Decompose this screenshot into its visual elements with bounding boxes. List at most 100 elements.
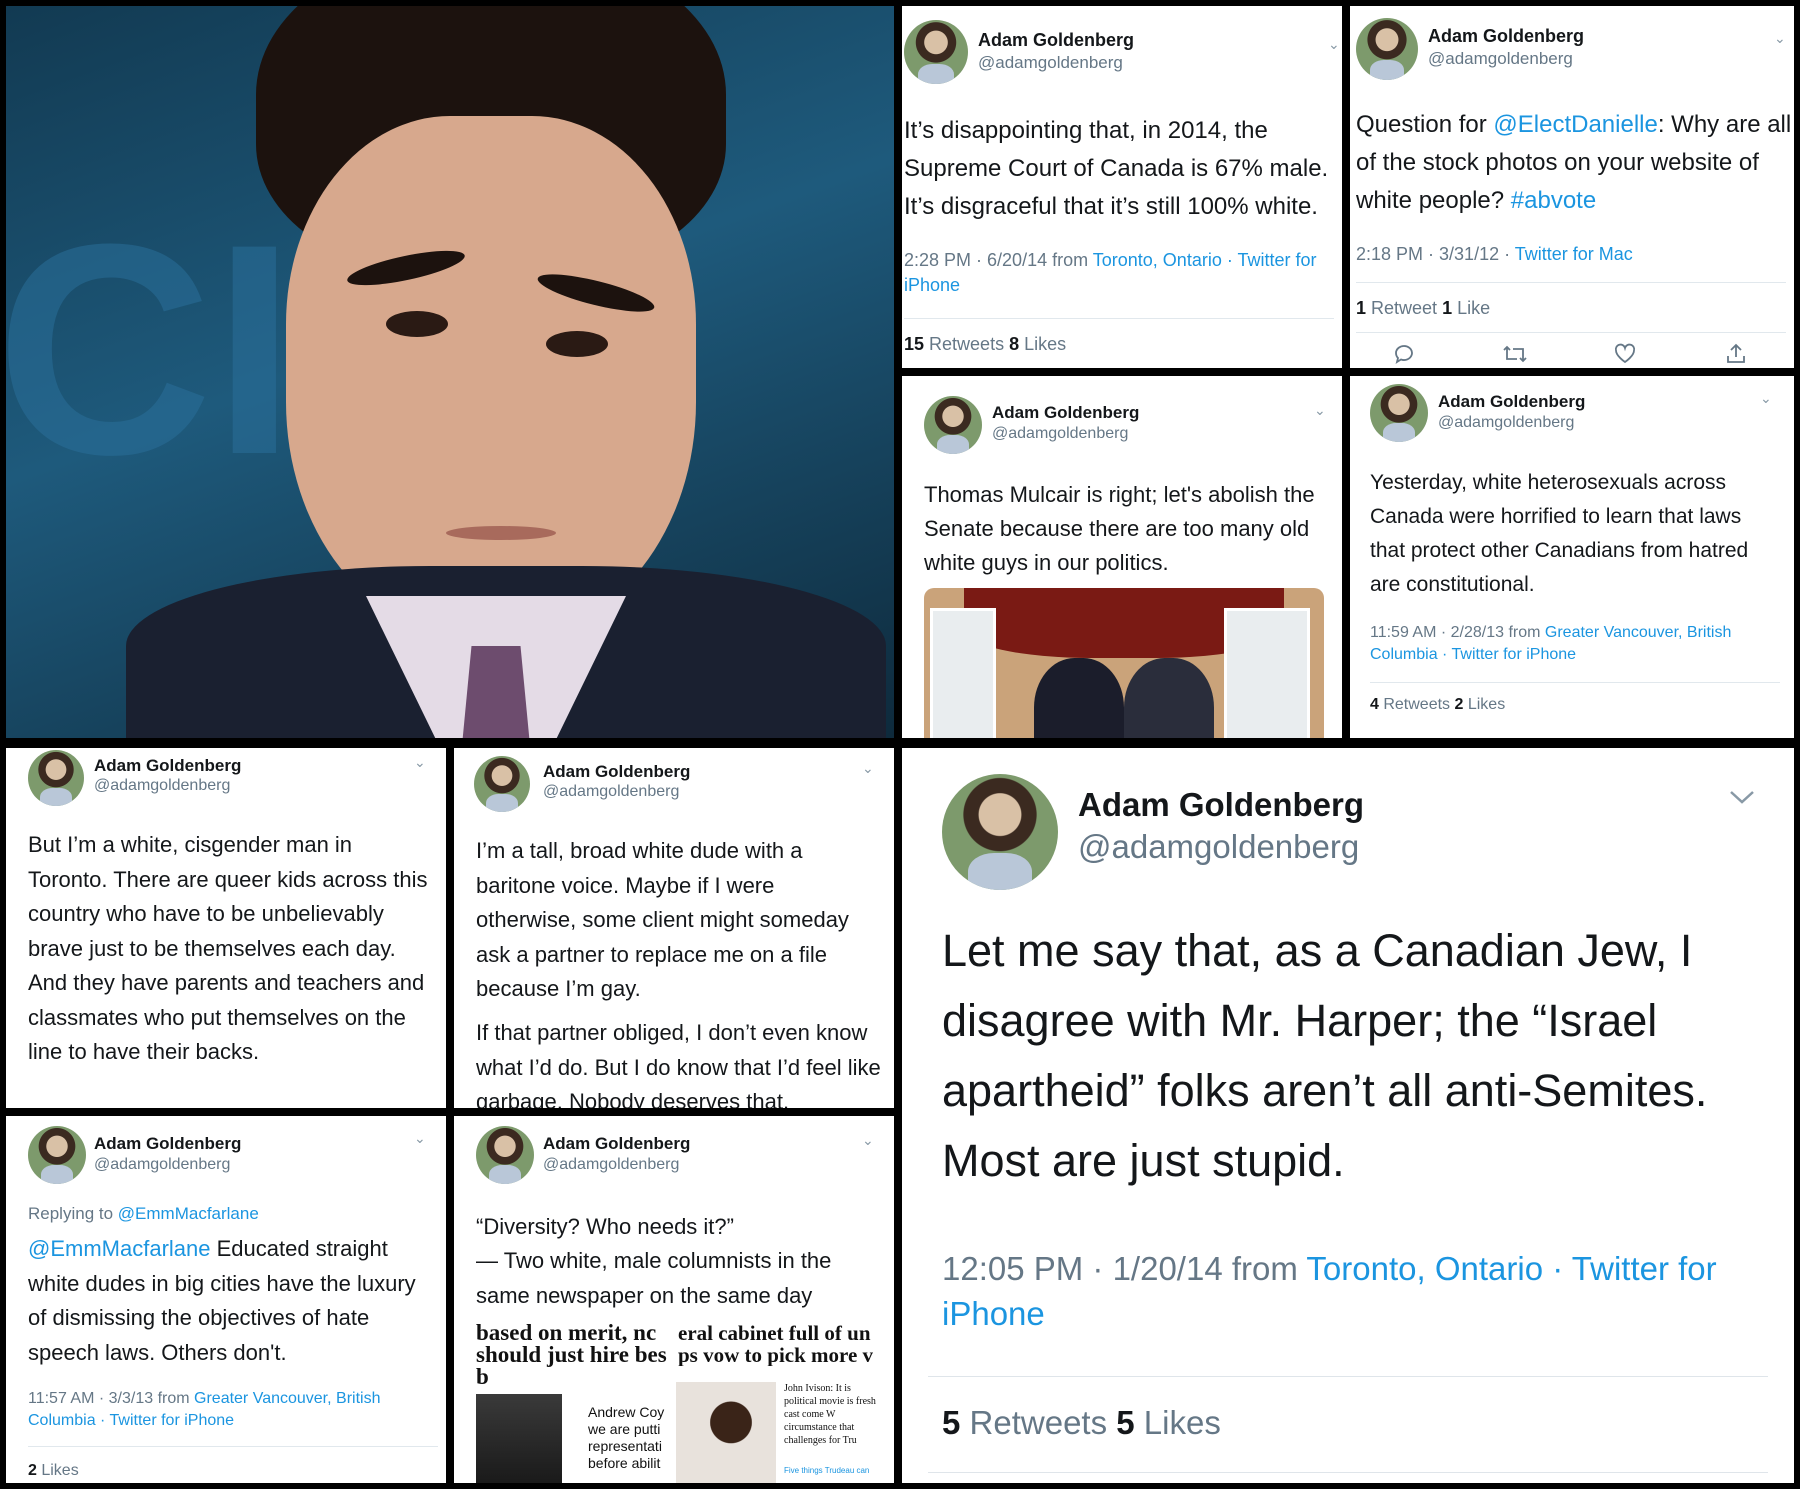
chevron-down-icon[interactable]: ⌄ bbox=[1314, 402, 1326, 419]
tweet-line-1: “Diversity? Who needs it?” bbox=[476, 1214, 734, 1239]
clip-photo-2 bbox=[676, 1382, 776, 1483]
meta-separator: · bbox=[1437, 646, 1452, 663]
chevron-down-icon[interactable]: ⌄ bbox=[1328, 36, 1340, 53]
likes-label: Likes bbox=[36, 1462, 79, 1479]
chevron-down-icon[interactable]: ⌄ bbox=[1760, 390, 1772, 407]
author-handle[interactable]: @adamgoldenberg bbox=[94, 1156, 230, 1174]
clip-column-b-footer: Five things Trudeau can bbox=[784, 1466, 870, 1475]
retweets-label: Retweets bbox=[1378, 696, 1455, 713]
author-name[interactable]: Adam Goldenberg bbox=[1428, 26, 1584, 47]
clip-headline-right: eral cabinet full of un ps vow to pick m… bbox=[678, 1322, 894, 1366]
tweet-timestamp: 2:28 PM · 6/20/14 from Toronto, Ontario … bbox=[904, 248, 1324, 298]
author-name[interactable]: Adam Goldenberg bbox=[992, 403, 1139, 423]
chevron-down-icon[interactable] bbox=[1728, 788, 1756, 811]
author-handle[interactable]: @adamgoldenberg bbox=[992, 425, 1128, 443]
chevron-down-icon[interactable]: ⌄ bbox=[862, 760, 874, 777]
tweet-reply-hate-speech: Adam Goldenberg @adamgoldenberg ⌄ Replyi… bbox=[6, 1116, 446, 1483]
time-text: 11:57 AM · 3/3/13 from bbox=[28, 1390, 195, 1407]
tweet-supreme-court: Adam Goldenberg @adamgoldenberg ⌄ It’s d… bbox=[902, 6, 1342, 368]
replying-to-label: Replying to bbox=[28, 1204, 118, 1223]
avatar[interactable] bbox=[1356, 18, 1418, 80]
author-handle[interactable]: @adamgoldenberg bbox=[978, 53, 1123, 73]
avatar[interactable] bbox=[28, 1126, 86, 1184]
author-handle[interactable]: @adamgoldenberg bbox=[543, 1156, 679, 1174]
share-icon[interactable] bbox=[1722, 340, 1750, 368]
mention-link[interactable]: @ElectDanielle bbox=[1493, 111, 1657, 138]
avatar[interactable] bbox=[924, 396, 982, 454]
reply-handle-link[interactable]: @EmmMacfarlane bbox=[118, 1204, 259, 1223]
tweet-stats[interactable]: 2 Likes bbox=[28, 1462, 79, 1480]
retweets-label: Retweet bbox=[1366, 298, 1443, 318]
divider bbox=[928, 1472, 1768, 1473]
photo-window-right bbox=[1224, 608, 1310, 738]
chevron-down-icon[interactable]: ⌄ bbox=[414, 754, 426, 771]
reply-icon[interactable] bbox=[1390, 340, 1418, 368]
tweet-stats[interactable]: 5 Retweets 5 Likes bbox=[942, 1404, 1221, 1442]
like-count: 2 bbox=[28, 1462, 37, 1479]
meta-separator: · bbox=[1543, 1250, 1572, 1287]
person-face bbox=[286, 116, 696, 636]
client-link[interactable]: Twitter for iPhone bbox=[110, 1412, 235, 1429]
tweet-text: Yesterday, white heterosexuals across Ca… bbox=[1370, 471, 1749, 596]
author-name[interactable]: Adam Goldenberg bbox=[543, 1134, 690, 1154]
divider bbox=[1356, 282, 1786, 283]
mention-link[interactable]: @EmmMacfarlane bbox=[28, 1236, 211, 1261]
author-handle[interactable]: @adamgoldenberg bbox=[1428, 49, 1573, 69]
client-link[interactable]: Twitter for Mac bbox=[1515, 244, 1633, 264]
photo-window-left bbox=[930, 608, 996, 738]
like-icon[interactable] bbox=[1611, 340, 1639, 368]
chevron-down-icon[interactable]: ⌄ bbox=[414, 1130, 426, 1147]
avatar[interactable] bbox=[1370, 384, 1428, 442]
hashtag-link[interactable]: #abvote bbox=[1511, 187, 1596, 214]
tweet-cisgender: Adam Goldenberg @adamgoldenberg ⌄ But I’… bbox=[6, 748, 446, 1108]
tweet-stats[interactable]: 15 Retweets 8 Likes bbox=[904, 334, 1066, 355]
likes-label: Likes bbox=[1463, 696, 1506, 713]
tweet-text: Thomas Mulcair is right; let's abolish t… bbox=[924, 482, 1315, 575]
author-name[interactable]: Adam Goldenberg bbox=[94, 756, 241, 776]
client-link[interactable]: Twitter for iPhone bbox=[1452, 646, 1577, 663]
avatar[interactable] bbox=[28, 750, 84, 806]
time-text: 12:05 PM · 1/20/14 from bbox=[942, 1250, 1307, 1287]
likes-label: Like bbox=[1452, 298, 1491, 318]
avatar[interactable] bbox=[474, 756, 530, 812]
author-name[interactable]: Adam Goldenberg bbox=[978, 30, 1134, 51]
photo-person-right bbox=[1124, 658, 1214, 738]
time-text: 11:59 AM · 2/28/13 from bbox=[1370, 624, 1545, 641]
divider bbox=[1370, 682, 1780, 683]
avatar[interactable] bbox=[942, 774, 1058, 890]
chevron-down-icon[interactable]: ⌄ bbox=[1774, 30, 1786, 47]
author-name[interactable]: Adam Goldenberg bbox=[543, 762, 690, 782]
location-link[interactable]: Toronto, Ontario bbox=[1306, 1250, 1543, 1287]
retweet-count: 1 bbox=[1356, 298, 1367, 318]
clip-left-line-3: b bbox=[476, 1364, 489, 1388]
author-name[interactable]: Adam Goldenberg bbox=[1078, 786, 1364, 824]
chevron-down-icon[interactable]: ⌄ bbox=[862, 1132, 874, 1149]
tweet-tall-dude: Adam Goldenberg @adamgoldenberg ⌄ I’m a … bbox=[454, 748, 894, 1108]
tweet-photo[interactable] bbox=[924, 588, 1324, 738]
tweet-text: It’s disappointing that, in 2014, the Su… bbox=[904, 117, 1329, 220]
replying-to: Replying to @EmmMacfarlane bbox=[28, 1204, 259, 1224]
tie bbox=[461, 646, 531, 738]
tweet-stats[interactable]: 4 Retweets 2 Likes bbox=[1370, 696, 1505, 714]
clip-right-line-2: ps vow to pick more v bbox=[678, 1343, 874, 1366]
portrait-photo: CI bbox=[6, 6, 894, 738]
author-handle[interactable]: @adamgoldenberg bbox=[1438, 414, 1574, 432]
author-name[interactable]: Adam Goldenberg bbox=[1438, 392, 1585, 412]
clip-photo-1 bbox=[476, 1394, 562, 1483]
divider bbox=[904, 318, 1334, 319]
newspaper-clipping[interactable]: based on merit, nc should just hire bes … bbox=[476, 1322, 894, 1483]
avatar[interactable] bbox=[476, 1126, 534, 1184]
tweet-timestamp: 11:59 AM · 2/28/13 from Greater Vancouve… bbox=[1370, 622, 1782, 666]
author-handle[interactable]: @adamgoldenberg bbox=[1078, 828, 1359, 866]
avatar[interactable] bbox=[904, 20, 968, 84]
author-handle[interactable]: @adamgoldenberg bbox=[543, 783, 679, 801]
clip-column-b: John Ivison: It is political movie is fr… bbox=[784, 1383, 876, 1446]
clip-left-line-1: based on merit, nc bbox=[476, 1322, 657, 1345]
author-handle[interactable]: @adamgoldenberg bbox=[94, 777, 230, 795]
location-link[interactable]: Toronto, Ontario bbox=[1093, 250, 1222, 270]
retweets-label: Retweets bbox=[960, 1404, 1117, 1441]
meta-separator: · bbox=[1221, 250, 1238, 270]
tweet-stats[interactable]: 1 Retweet 1 Like bbox=[1356, 298, 1490, 319]
retweet-icon[interactable] bbox=[1501, 340, 1529, 368]
author-name[interactable]: Adam Goldenberg bbox=[94, 1134, 241, 1154]
